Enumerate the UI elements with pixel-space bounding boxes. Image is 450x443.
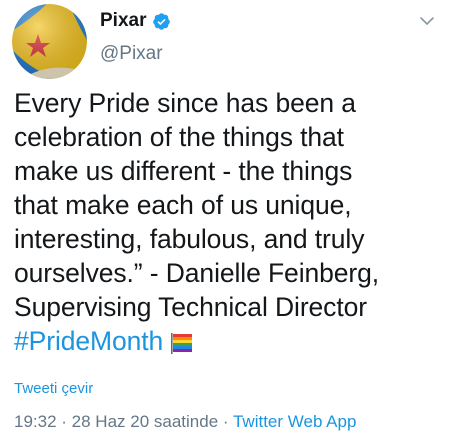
tweet-card: Pixar @Pixar Every Pride since has been … — [0, 0, 450, 443]
chevron-down-icon[interactable] — [418, 12, 436, 30]
translate-tweet-link[interactable]: Tweeti çevir — [14, 380, 93, 397]
display-name[interactable]: Pixar — [100, 10, 146, 32]
tweet-text-line: ourselves.” - Danielle Feinberg, — [14, 258, 380, 288]
meta-separator: · — [218, 412, 233, 431]
verified-badge-icon — [152, 12, 171, 31]
tweet-text-line: that make each of us unique, — [14, 190, 352, 220]
pixar-ball-avatar-icon — [12, 4, 87, 79]
tweet-text: Every Pride since has been a celebration… — [14, 86, 442, 358]
tweet-text-line: Every Pride since has been a — [14, 88, 356, 118]
avatar[interactable] — [12, 4, 87, 79]
tweet-text-line-hashtag: #PrideMonth — [14, 324, 442, 358]
meta-separator: · — [56, 412, 72, 431]
hashtag-link[interactable]: #PrideMonth — [14, 326, 163, 356]
tweet-text-line: make us different - the things — [14, 156, 353, 186]
tweet-metadata: 19:32 · 28 Haz 20 saatinde · Twitter Web… — [14, 412, 356, 432]
tweet-text-line: celebration of the things that — [14, 122, 344, 152]
tweet-date[interactable]: 28 Haz 20 saatinde — [72, 412, 219, 431]
tweet-text-line: interesting, fabulous, and truly — [14, 224, 365, 254]
tweet-time[interactable]: 19:32 — [14, 412, 57, 431]
author-handle[interactable]: @Pixar — [100, 43, 163, 65]
tweet-text-line: Supervising Technical Director — [14, 292, 367, 322]
rainbow-flag-icon — [169, 328, 193, 354]
tweet-source-link[interactable]: Twitter Web App — [233, 412, 356, 431]
author-name-row: Pixar — [100, 10, 171, 32]
